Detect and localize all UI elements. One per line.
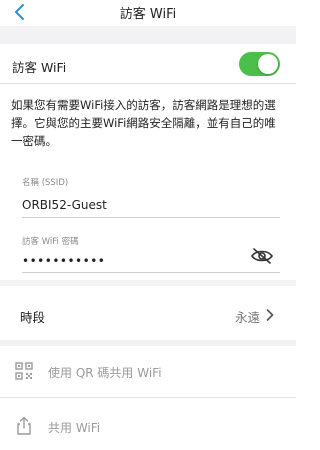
qr-share-row[interactable]: 使用 QR 碼共用 WiFi	[0, 352, 296, 392]
guest-wifi-toggle-label: 訪客 WiFi	[12, 60, 67, 75]
guest-wifi-toggle[interactable]	[239, 52, 280, 76]
network-credentials-card: 名稱 (SSID) ORBI52-Guest 訪客 WiFi 密碼 ••••••…	[0, 160, 296, 280]
section-divider	[0, 340, 296, 346]
share-icon	[17, 416, 31, 435]
ssid-field-label: 名稱 (SSID)	[22, 178, 69, 188]
qr-code-icon	[15, 362, 33, 380]
password-field[interactable]: •••••••••••	[22, 254, 105, 268]
row-divider	[0, 397, 296, 398]
share-wifi-row[interactable]: 共用 WiFi	[0, 407, 296, 447]
schedule-value: 永遠	[234, 310, 260, 325]
nav-header: 訪客 WiFi	[0, 0, 296, 26]
guest-network-description: 如果您有需要WiFi接入的訪客，訪客網路是理想的選擇。它與您的主要WiFi網路安…	[11, 98, 276, 148]
share-wifi-label: 共用 WiFi	[48, 421, 101, 435]
chevron-right-icon	[266, 309, 274, 321]
password-field-label: 訪客 WiFi 密碼	[22, 237, 79, 247]
show-password-button[interactable]	[249, 247, 275, 265]
qr-share-label: 使用 QR 碼共用 WiFi	[48, 366, 162, 380]
ssid-underline	[22, 217, 280, 218]
section-divider	[0, 280, 296, 286]
toggle-knob	[258, 54, 278, 74]
guest-wifi-toggle-row: 訪客 WiFi	[0, 44, 296, 84]
password-underline	[22, 272, 280, 273]
page-title: 訪客 WiFi	[119, 7, 177, 22]
section-divider	[0, 26, 296, 44]
schedule-row[interactable]: 時段 永遠	[0, 295, 296, 335]
description-section: 如果您有需要WiFi接入的訪客，訪客網路是理想的選擇。它與您的主要WiFi網路安…	[0, 84, 296, 156]
ssid-field[interactable]: ORBI52-Guest	[22, 198, 107, 212]
schedule-label: 時段	[20, 310, 46, 325]
eye-slash-icon	[251, 248, 273, 264]
